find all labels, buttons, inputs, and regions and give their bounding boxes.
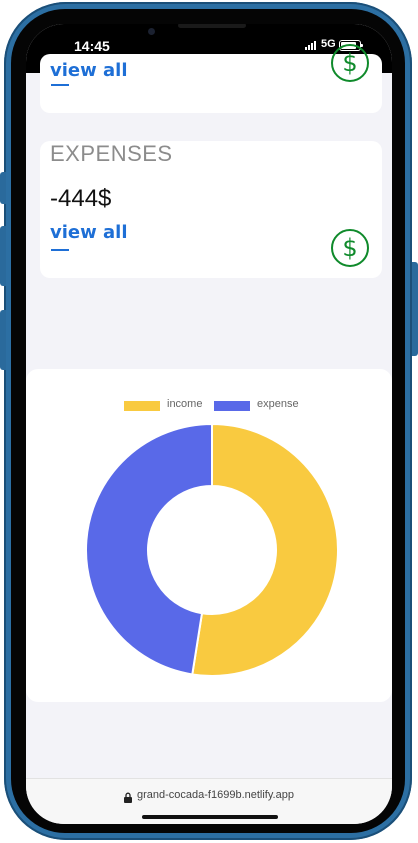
signal-icon: [305, 41, 319, 50]
income-card: view all $: [40, 44, 382, 113]
income-view-all-underline: [51, 84, 69, 86]
power-button: [412, 262, 418, 356]
volume-down-button: [0, 310, 6, 370]
front-camera: [148, 28, 155, 35]
home-indicator[interactable]: [142, 815, 278, 819]
speaker-grille: [178, 24, 246, 28]
dollar-circle-icon: $: [331, 229, 369, 267]
expenses-view-all-link[interactable]: view all: [50, 222, 128, 243]
income-view-all-link[interactable]: view all: [50, 60, 128, 81]
chart-card: income expense: [26, 369, 392, 702]
network-label: 5G: [321, 38, 336, 50]
volume-up-button: [0, 226, 6, 286]
url-text: grand-cocada-f1699b.netlify.app: [137, 789, 294, 801]
expenses-amount: -444$: [50, 185, 112, 212]
screen: 14:45 5G view all $ EXPENSES -444$ view …: [26, 24, 392, 824]
browser-address-bar[interactable]: grand-cocada-f1699b.netlify.app: [26, 778, 392, 824]
donut-slice-income[interactable]: [191, 422, 339, 677]
expenses-title: EXPENSES: [50, 141, 173, 166]
expenses-view-all-underline: [51, 249, 69, 251]
dollar-circle-icon: $: [331, 44, 369, 82]
donut-chart: [85, 422, 339, 677]
lock-icon: [124, 792, 132, 803]
donut-slice-expense[interactable]: [85, 422, 213, 676]
expenses-card: EXPENSES -444$ view all $: [40, 141, 382, 278]
status-time: 14:45: [74, 38, 110, 54]
action-button: [0, 172, 6, 204]
